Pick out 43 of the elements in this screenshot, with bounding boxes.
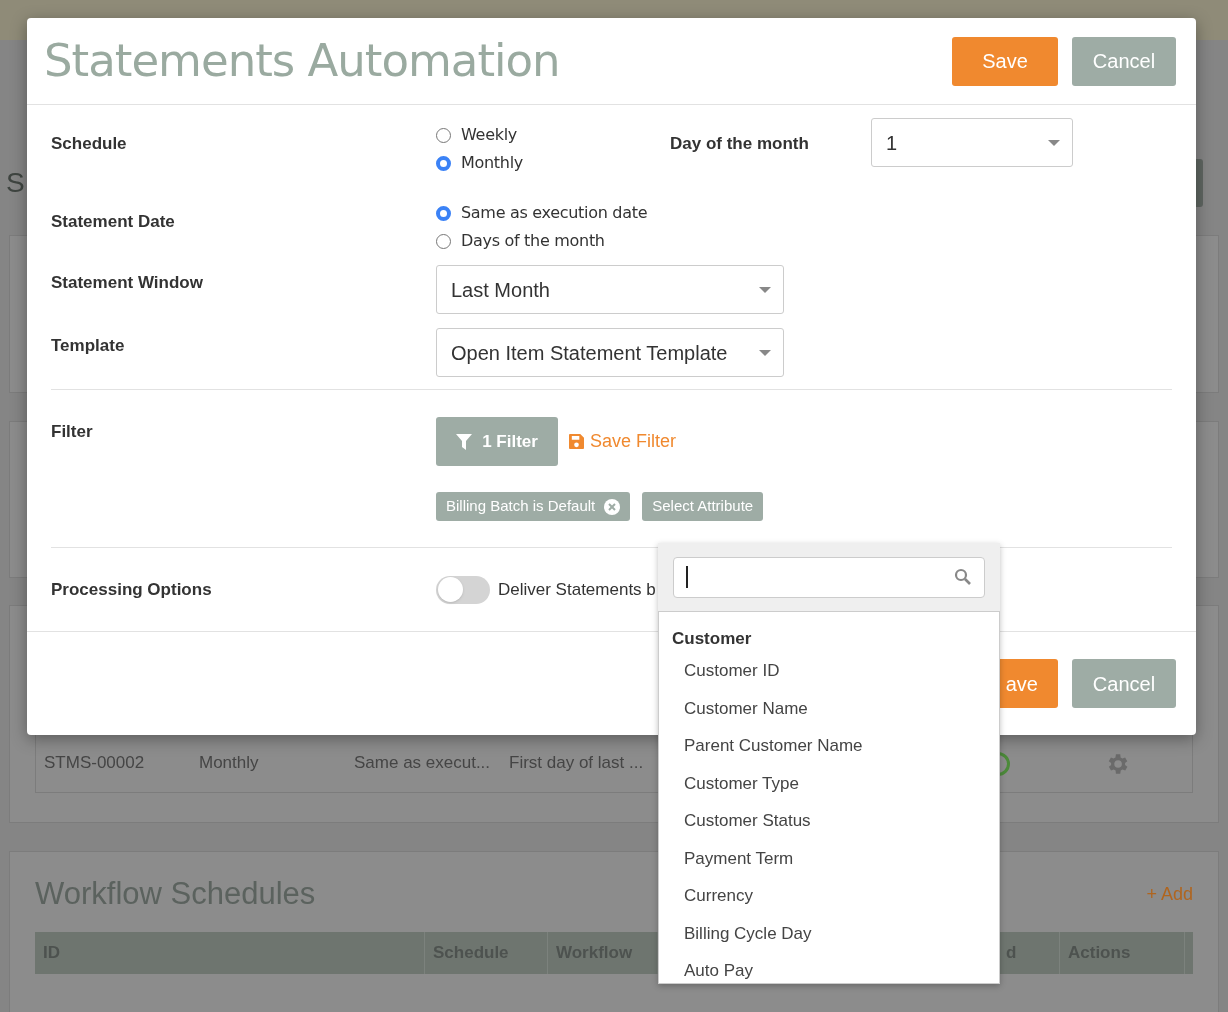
table-cell-text: First day of last ...: [509, 752, 645, 775]
page-heading: S: [6, 166, 25, 200]
funnel-icon: [456, 433, 473, 450]
search-icon: [954, 568, 972, 586]
search-field[interactable]: [673, 556, 985, 598]
field-label: Statement Date: [51, 211, 176, 233]
attribute-option[interactable]: Payment Term: [672, 839, 999, 877]
table-cell-text: STMS-00002: [44, 752, 146, 775]
field-label: Day of the month: [670, 133, 810, 155]
field-label: Schedule: [51, 133, 128, 155]
table-cell-text: Same as execut...: [354, 752, 492, 775]
remove-icon[interactable]: [604, 498, 621, 515]
field-label: Template: [51, 335, 126, 357]
attribute-option[interactable]: Billing Cycle Day: [672, 914, 999, 952]
radio-button[interactable]: [436, 233, 451, 249]
toggle-label: Deliver Statements b: [498, 578, 656, 601]
field-label: Statement Window: [51, 272, 204, 294]
radio-button[interactable]: [436, 155, 451, 171]
radio-button[interactable]: [436, 127, 451, 143]
attribute-option[interactable]: Currency: [672, 877, 999, 915]
radio-button[interactable]: [436, 205, 451, 221]
table-cell-text: Monthly: [199, 752, 260, 775]
radio-label: Days of the month: [461, 230, 605, 252]
caret-icon: [1048, 139, 1060, 146]
filter-tag: Billing Batch is Default: [436, 492, 631, 521]
dropdown-select[interactable]: Open Item Statement Template: [436, 328, 784, 377]
dialog-title: Statements Automation: [44, 33, 560, 90]
text-cursor-icon: [686, 566, 688, 588]
field-label: Filter: [51, 421, 94, 443]
group-header: Customer: [672, 628, 753, 650]
toggle-switch[interactable]: [436, 575, 490, 604]
attribute-option[interactable]: Auto Pay: [672, 952, 999, 983]
radio-label: Monthly: [461, 152, 523, 174]
field-label: Processing Options: [51, 578, 213, 601]
radio-label: Same as execution date: [461, 202, 648, 224]
caret-icon: [759, 286, 771, 293]
attribute-option[interactable]: Customer Status: [672, 802, 999, 840]
dropdown-select[interactable]: 1: [871, 118, 1073, 167]
dropdown-select[interactable]: Last Month: [436, 265, 784, 314]
caret-icon: [759, 349, 771, 356]
attribute-option[interactable]: Customer Type: [672, 764, 999, 802]
radio-label: Weekly: [461, 124, 517, 146]
attribute-option[interactable]: Parent Customer Name: [672, 727, 999, 765]
